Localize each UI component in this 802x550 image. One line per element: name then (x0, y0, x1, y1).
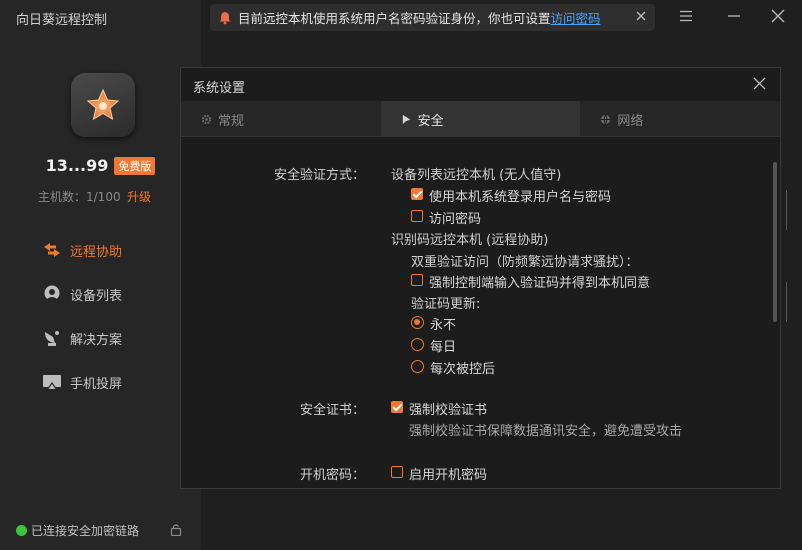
code-update-label: 验证码更新: (411, 297, 481, 312)
notice-close-icon[interactable] (635, 10, 647, 25)
device-list-icon (42, 284, 62, 304)
force-verify-checkbox[interactable] (411, 274, 423, 286)
menu-icon[interactable] (678, 8, 694, 24)
device-list-section-title: 设备列表远控本机 (无人值守) (391, 168, 562, 183)
nav-screen-cast[interactable]: 手机投屏 (42, 372, 122, 392)
close-window-icon[interactable] (770, 8, 786, 24)
minimize-icon[interactable] (726, 8, 742, 24)
device-id-row: 13...99 免费版 (0, 156, 201, 175)
settings-dialog: 系统设置 常规 安全 网络 安全验证方式： 设备列表远控本机 (无人值守) 使用… (180, 67, 781, 489)
background-panel-edge (781, 282, 787, 322)
tab-label: 网络 (617, 113, 644, 129)
upgrade-link[interactable]: 升级 (127, 188, 151, 205)
tab-security[interactable]: 安全 (380, 101, 581, 137)
id-code-section-title: 识别码远控本机 (远程协助) (391, 233, 549, 248)
tab-label: 安全 (417, 113, 444, 129)
scrollbar[interactable] (773, 162, 777, 322)
nav-label: 设备列表 (70, 288, 123, 304)
use-system-login-checkbox[interactable] (411, 188, 423, 200)
bell-icon (219, 11, 231, 24)
tab-network[interactable]: 网络 (580, 101, 780, 137)
boot-password-label: 开机密码： (299, 468, 365, 483)
use-system-login-label: 使用本机系统登录用户名与密码 (429, 190, 612, 205)
status-text: 已连接安全加密链路 (31, 524, 140, 538)
never-label: 永不 (430, 318, 457, 333)
access-password-link[interactable]: 访问密码 (551, 8, 601, 27)
remote-assist-icon (42, 240, 62, 260)
boot-password-enable-label: 启用开机密码 (409, 468, 488, 483)
access-password-label: 访问密码 (429, 212, 482, 227)
device-id: 13...99 (45, 156, 109, 175)
app-logo-icon (71, 73, 135, 137)
nav-label: 远程协助 (70, 244, 123, 260)
solution-icon (42, 328, 62, 348)
sidebar: 向日葵远程控制 13...99 免费版 主机数：1/100 升级 远程协助 设备… (0, 0, 201, 550)
code-update-each-time-radio[interactable] (411, 360, 424, 373)
each-time-label: 每次被控后 (430, 362, 496, 377)
dialog-close-icon[interactable] (753, 77, 766, 94)
host-count: 主机数：1/100 (38, 190, 121, 204)
nav-device-list[interactable]: 设备列表 (42, 284, 122, 304)
connection-status: 已连接安全加密链路 (16, 522, 139, 539)
access-password-checkbox[interactable] (411, 210, 423, 222)
status-dot-icon (16, 525, 27, 536)
tab-general[interactable]: 常规 (181, 101, 381, 137)
plan-badge: 免费版 (114, 156, 156, 175)
app-title: 向日葵远程控制 (16, 13, 108, 28)
nav-label: 解决方案 (70, 332, 123, 348)
nav-label: 手机投屏 (70, 376, 123, 392)
auth-method-label: 安全验证方式： (273, 168, 365, 183)
shield-icon (402, 114, 410, 124)
notice-bar: 目前远控本机使用系统用户名密码验证身份，你也可设置 访问密码 (210, 4, 655, 31)
background-panel-edge (781, 190, 787, 230)
notice-text: 目前远控本机使用系统用户名密码验证身份，你也可设置 (238, 11, 551, 26)
screen-cast-icon (42, 372, 62, 392)
nav-remote-assist[interactable]: 远程协助 (42, 240, 122, 260)
settings-tabs: 常规 安全 网络 (181, 101, 780, 137)
tab-label: 常规 (218, 113, 245, 129)
daily-label: 每日 (430, 340, 457, 355)
force-cert-label: 强制校验证书 (409, 403, 488, 418)
gear-icon (201, 114, 212, 124)
security-cert-label: 安全证书： (299, 403, 365, 418)
code-update-daily-radio[interactable] (411, 338, 424, 351)
dialog-title: 系统设置 (193, 81, 246, 96)
globe-icon (601, 114, 611, 125)
force-cert-checkbox[interactable] (391, 401, 403, 413)
nav-solution[interactable]: 解决方案 (42, 328, 122, 348)
dual-verify-label: 双重验证访问（防频繁远协请求骚扰）： (411, 255, 639, 270)
code-update-never-radio[interactable] (411, 316, 424, 329)
boot-password-checkbox[interactable] (391, 466, 403, 478)
lock-icon[interactable] (170, 523, 182, 540)
force-verify-label: 强制控制端输入验证码并得到本机同意 (429, 276, 651, 291)
cert-description: 强制校验证书保障数据通讯安全，避免遭受攻击 (409, 424, 683, 439)
